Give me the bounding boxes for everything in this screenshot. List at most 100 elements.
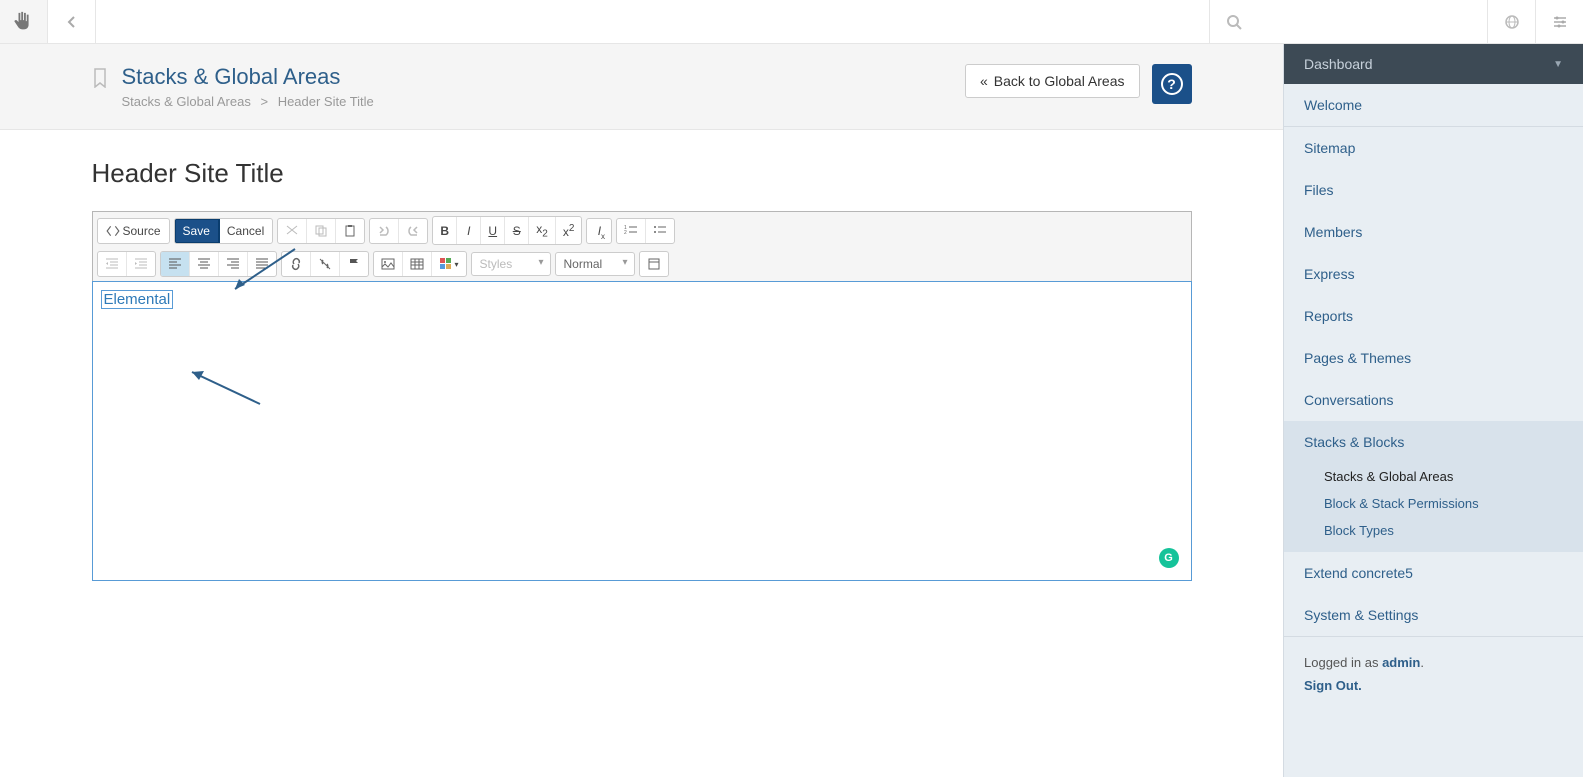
dashboard-sidebar: Dashboard ▼ Welcome Sitemap Files Member…: [1283, 44, 1583, 777]
page-header-band: Stacks & Global Areas Stacks & Global Ar…: [0, 44, 1283, 130]
image-icon: [381, 257, 395, 271]
sidebar-item-extend[interactable]: Extend concrete5: [1284, 552, 1583, 594]
maximize-icon: [647, 257, 661, 271]
bookmark-icon[interactable]: [92, 68, 108, 91]
editor-link-elemental[interactable]: Elemental: [104, 291, 171, 308]
main-area: Stacks & Global Areas Stacks & Global Ar…: [0, 44, 1283, 777]
save-button[interactable]: Save: [175, 219, 219, 243]
bullet-list-button[interactable]: [646, 219, 674, 243]
hand-icon: [13, 11, 35, 33]
maximize-button[interactable]: [640, 252, 668, 276]
superscript-icon: x2: [563, 223, 575, 239]
topbar-spacer: [96, 0, 1209, 43]
underline-button[interactable]: U: [481, 217, 505, 244]
sidebar-header-label: Dashboard: [1304, 56, 1373, 72]
page-title: Stacks & Global Areas: [122, 64, 965, 90]
subscript-icon: x2: [536, 222, 548, 239]
table-icon: [410, 257, 424, 271]
bold-icon: B: [440, 224, 449, 238]
sign-out-link[interactable]: Sign Out.: [1304, 678, 1362, 693]
content-heading: Header Site Title: [92, 158, 1192, 189]
link-icon: [289, 257, 303, 271]
logged-in-prefix: Logged in as: [1304, 655, 1382, 670]
superscript-button[interactable]: x2: [556, 217, 582, 244]
sidebar-item-system-settings[interactable]: System & Settings: [1284, 594, 1583, 636]
sidebar-item-sitemap[interactable]: Sitemap: [1284, 127, 1583, 169]
remove-format-icon: Ix: [598, 224, 601, 238]
redo-button[interactable]: [399, 219, 427, 243]
align-right-icon: [226, 257, 240, 271]
sidebar-item-reports[interactable]: Reports: [1284, 295, 1583, 337]
strike-button[interactable]: S: [505, 217, 529, 244]
align-justify-button[interactable]: [248, 252, 276, 276]
outdent-button[interactable]: [98, 252, 127, 276]
undo-button[interactable]: [370, 219, 399, 243]
sliders-icon: [1552, 14, 1568, 30]
sidebar-sub-block-types[interactable]: Block Types: [1284, 517, 1583, 544]
sidebar-item-stacks-blocks: Stacks & Blocks Stacks & Global Areas Bl…: [1284, 421, 1583, 552]
sidebar-footer: Logged in as admin. Sign Out.: [1284, 637, 1583, 711]
indent-button[interactable]: [127, 252, 155, 276]
align-center-button[interactable]: [190, 252, 219, 276]
paste-button[interactable]: [336, 219, 364, 243]
styles-select[interactable]: Styles: [471, 252, 551, 276]
help-button[interactable]: ?: [1152, 64, 1192, 104]
image-button[interactable]: [374, 252, 403, 276]
sidebar-item-members[interactable]: Members: [1284, 211, 1583, 253]
table-button[interactable]: [403, 252, 432, 276]
user-link[interactable]: admin: [1382, 655, 1420, 670]
sidebar-header[interactable]: Dashboard ▼: [1284, 44, 1583, 84]
unlink-button[interactable]: [311, 252, 340, 276]
sidebar-sub-stacks-global-areas[interactable]: Stacks & Global Areas: [1284, 463, 1583, 490]
numbered-list-button[interactable]: 12: [617, 219, 646, 243]
copy-button[interactable]: [307, 219, 336, 243]
breadcrumb-link-stacks[interactable]: Stacks & Global Areas: [122, 94, 251, 109]
subscript-button[interactable]: x2: [529, 217, 556, 244]
sidebar-sub-block-stack-permissions[interactable]: Block & Stack Permissions: [1284, 490, 1583, 517]
chevron-left-double-icon: «: [980, 73, 988, 89]
align-left-button[interactable]: [161, 252, 190, 276]
globe-icon: [1504, 14, 1520, 30]
strike-icon: S: [513, 224, 521, 238]
settings-button[interactable]: [1535, 0, 1583, 43]
link-button[interactable]: [282, 252, 311, 276]
sidebar-item-express[interactable]: Express: [1284, 253, 1583, 295]
rich-text-editor: Source Save Cancel: [92, 211, 1192, 581]
breadcrumb-current: Header Site Title: [278, 94, 374, 109]
editor-content-area[interactable]: Elemental G: [92, 281, 1192, 581]
grammarly-badge[interactable]: G: [1159, 548, 1179, 568]
cut-button[interactable]: [278, 219, 307, 243]
intelligent-search-button[interactable]: [1487, 0, 1535, 43]
italic-icon: I: [467, 224, 470, 238]
sidebar-link-stacks-blocks[interactable]: Stacks & Blocks: [1284, 421, 1583, 463]
cancel-button[interactable]: Cancel: [219, 219, 272, 243]
format-select[interactable]: Normal: [555, 252, 635, 276]
editor-toolbar-row2: ▾ Styles Normal: [93, 247, 1191, 282]
arrow-left-icon: [64, 14, 80, 30]
sidebar-item-welcome[interactable]: Welcome: [1284, 84, 1583, 126]
redo-icon: [406, 224, 420, 238]
back-to-global-areas-button[interactable]: « Back to Global Areas: [965, 64, 1140, 98]
ol-icon: 12: [624, 224, 638, 238]
selected-link-box: Elemental: [101, 290, 174, 309]
back-nav-button[interactable]: [48, 0, 96, 43]
unlink-icon: [318, 257, 332, 271]
remove-format-button[interactable]: Ix: [587, 219, 611, 243]
source-button[interactable]: Source: [98, 219, 169, 243]
app-logo[interactable]: [0, 0, 48, 43]
bold-button[interactable]: B: [433, 217, 457, 244]
sidebar-item-files[interactable]: Files: [1284, 169, 1583, 211]
sidebar-item-conversations[interactable]: Conversations: [1284, 379, 1583, 421]
copy-icon: [314, 224, 328, 238]
sidebar-item-pages-themes[interactable]: Pages & Themes: [1284, 337, 1583, 379]
paste-icon: [343, 224, 357, 238]
color-button[interactable]: ▾: [432, 252, 466, 276]
search-button[interactable]: [1209, 0, 1257, 43]
back-btn-label: Back to Global Areas: [994, 73, 1125, 89]
source-label: Source: [123, 224, 161, 238]
chevron-down-icon: ▼: [1553, 59, 1563, 70]
italic-button[interactable]: I: [457, 217, 481, 244]
anchor-button[interactable]: [340, 252, 368, 276]
align-right-button[interactable]: [219, 252, 248, 276]
breadcrumb: Stacks & Global Areas > Header Site Titl…: [122, 94, 965, 109]
